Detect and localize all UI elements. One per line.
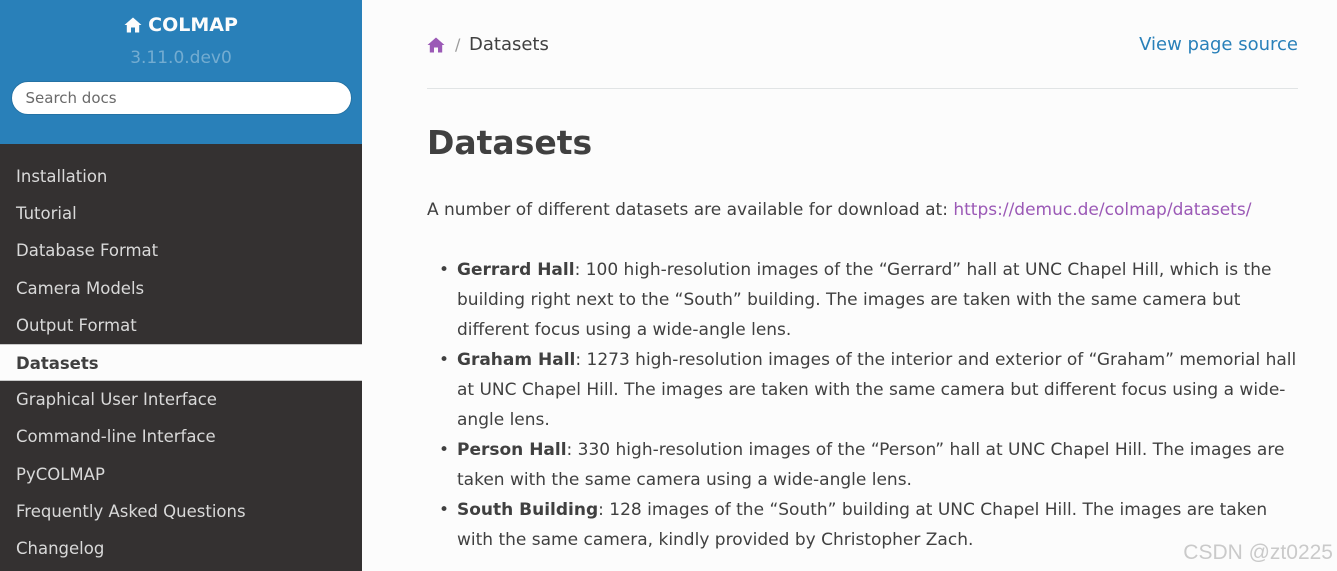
- sidebar-item-database-format[interactable]: Database Format: [0, 232, 362, 269]
- sidebar-nav: Installation Tutorial Database Format Ca…: [0, 144, 362, 567]
- brand-name: COLMAP: [148, 14, 238, 36]
- bullet: •: [439, 350, 450, 370]
- dataset-description: : 330 high-resolution images of the “Per…: [457, 440, 1285, 490]
- sidebar: COLMAP 3.11.0.dev0 Installation Tutorial…: [0, 0, 362, 571]
- breadcrumb-separator: /: [455, 35, 461, 54]
- sidebar-item-pycolmap[interactable]: PyCOLMAP: [0, 456, 362, 493]
- dataset-name: Person Hall: [457, 440, 567, 460]
- sidebar-item-installation[interactable]: Installation: [0, 158, 362, 195]
- divider: [427, 88, 1298, 89]
- dataset-description: : 100 high-resolution images of the “Ger…: [457, 260, 1272, 340]
- intro-paragraph: A number of different datasets are avail…: [427, 198, 1307, 222]
- bullet: •: [439, 500, 450, 520]
- bullet: •: [439, 260, 450, 280]
- dataset-name: South Building: [457, 500, 599, 520]
- list-item: • Graham Hall: 1273 high-resolution image…: [437, 345, 1299, 435]
- sidebar-item-tutorial[interactable]: Tutorial: [0, 195, 362, 232]
- sidebar-item-changelog[interactable]: Changelog: [0, 530, 362, 567]
- home-icon: [124, 17, 142, 33]
- datasets-link[interactable]: https://demuc.de/colmap/datasets/: [953, 200, 1251, 220]
- view-page-source-link[interactable]: View page source: [1139, 34, 1298, 55]
- list-item: • Gerrard Hall: 100 high-resolution image…: [437, 255, 1299, 345]
- dataset-description: : 1273 high-resolution images of the int…: [457, 350, 1297, 430]
- breadcrumb: / Datasets View page source: [427, 34, 1298, 60]
- dataset-list: • Gerrard Hall: 100 high-resolution image…: [437, 255, 1299, 555]
- main-content: / Datasets View page source Datasets A n…: [362, 0, 1337, 571]
- brand-link[interactable]: COLMAP: [124, 14, 238, 36]
- list-item: • South Building: 128 images of the “Sout…: [437, 495, 1299, 555]
- sidebar-item-camera-models[interactable]: Camera Models: [0, 270, 362, 307]
- page-title: Datasets: [427, 123, 593, 162]
- intro-text: A number of different datasets are avail…: [427, 200, 954, 220]
- sidebar-item-faq[interactable]: Frequently Asked Questions: [0, 493, 362, 530]
- sidebar-item-gui[interactable]: Graphical User Interface: [0, 381, 362, 418]
- bullet: •: [439, 440, 450, 460]
- sidebar-header: COLMAP 3.11.0.dev0: [0, 0, 362, 144]
- home-icon[interactable]: [427, 37, 445, 53]
- list-item: • Person Hall: 330 high-resolution images…: [437, 435, 1299, 495]
- breadcrumb-current: Datasets: [469, 34, 549, 55]
- sidebar-item-cli[interactable]: Command-line Interface: [0, 418, 362, 455]
- dataset-name: Graham Hall: [457, 350, 576, 370]
- dataset-name: Gerrard Hall: [457, 260, 575, 280]
- search-input[interactable]: [10, 81, 352, 115]
- sidebar-item-output-format[interactable]: Output Format: [0, 307, 362, 344]
- sidebar-item-datasets[interactable]: Datasets: [0, 343, 362, 382]
- watermark: CSDN @zt0225: [1183, 541, 1333, 564]
- version-label: 3.11.0.dev0: [130, 48, 232, 68]
- docs-page: COLMAP 3.11.0.dev0 Installation Tutorial…: [0, 0, 1337, 571]
